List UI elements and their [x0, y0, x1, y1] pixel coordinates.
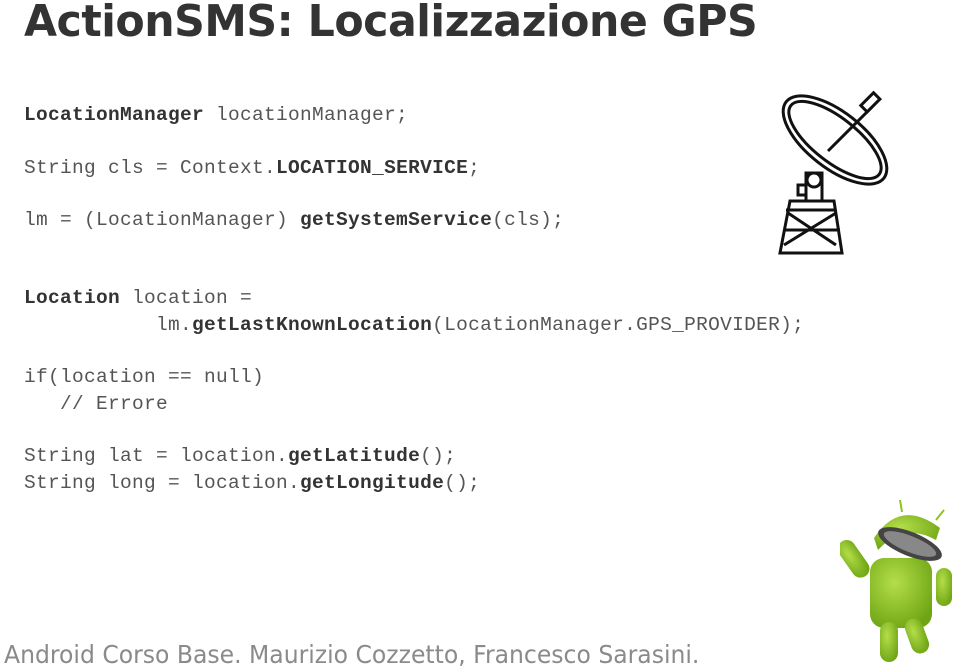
slide-footer: Android Corso Base. Maurizio Cozzetto, F…	[4, 640, 700, 669]
code-line: String lat = location.getLatitude();	[24, 445, 456, 467]
code-line: LocationManager locationManager;	[24, 104, 408, 126]
code-keyword: Location	[24, 287, 121, 309]
code-line: Location location =	[24, 287, 252, 309]
code-text: lm.	[24, 314, 193, 336]
code-text: String lat = location.	[24, 445, 289, 467]
code-text: locationManager;	[204, 104, 409, 126]
code-text: lm = (LocationManager)	[24, 209, 301, 231]
code-keyword: getLastKnownLocation	[192, 314, 433, 336]
code-line: lm = (LocationManager) getSystemService(…	[24, 209, 564, 231]
code-text: if(location == null)	[24, 366, 265, 388]
code-keyword: getLatitude	[288, 445, 421, 467]
code-text: ;	[468, 157, 481, 179]
code-line: if(location == null)	[24, 366, 264, 388]
code-keyword: getSystemService	[300, 209, 493, 231]
satellite-dish-icon	[778, 90, 889, 255]
slide-title: ActionSMS: Localizzazione GPS	[24, 0, 758, 47]
code-line: String long = location.getLongitude();	[24, 472, 480, 494]
code-keyword: LOCATION_SERVICE	[276, 157, 469, 179]
code-keyword: getLongitude	[300, 472, 445, 494]
code-text: // Errore	[24, 393, 169, 415]
code-text: (cls);	[492, 209, 565, 231]
android-mascot-icon	[840, 499, 952, 662]
code-line: lm.getLastKnownLocation(LocationManager.…	[24, 314, 804, 336]
code-keyword: LocationManager	[24, 104, 205, 126]
code-text: ();	[420, 445, 457, 467]
code-line: String cls = Context.LOCATION_SERVICE;	[24, 157, 480, 179]
code-text: ();	[444, 472, 481, 494]
code-text: String cls = Context.	[24, 157, 277, 179]
code-text: String long = location.	[24, 472, 301, 494]
code-line: // Errore	[24, 393, 168, 415]
code-text: (LocationManager.GPS_PROVIDER);	[432, 314, 805, 336]
code-text: location =	[120, 287, 253, 309]
